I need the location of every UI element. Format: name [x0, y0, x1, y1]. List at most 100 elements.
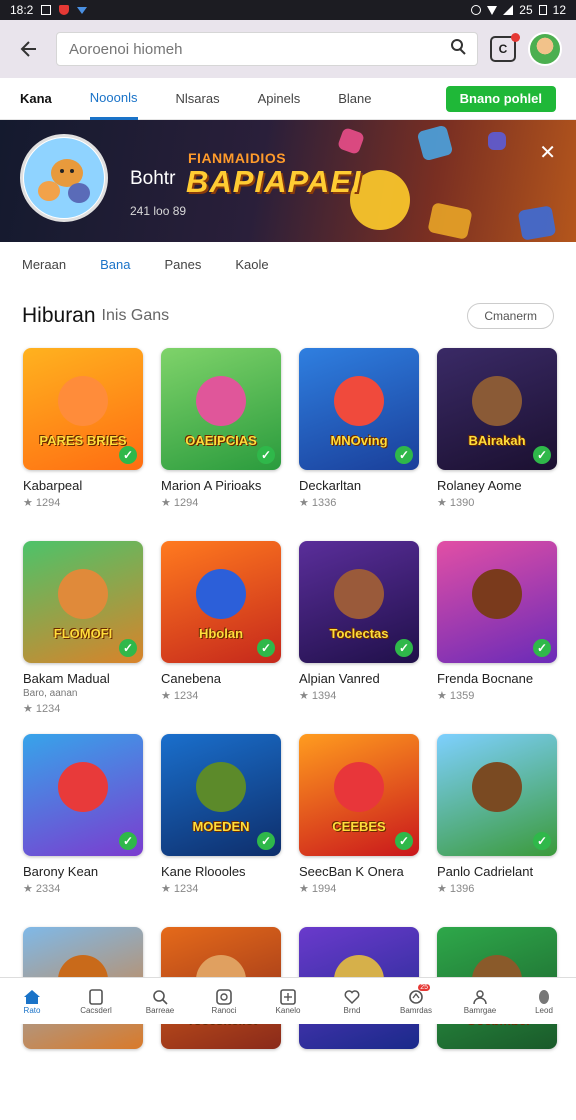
- bottom-nav-label: Rato: [23, 1005, 41, 1015]
- character-art: [196, 569, 246, 619]
- installed-check-icon: ✓: [257, 832, 275, 850]
- thumbnail-title: FLOMOFI: [53, 626, 113, 641]
- game-card[interactable]: PARES BRIES ✓ Kabarpeal ★ 1294: [23, 348, 143, 541]
- subtab-bana[interactable]: Bana: [100, 257, 130, 272]
- game-card[interactable]: FLOMOFI ✓ Bakam Madual Baro, aanan ★ 1234: [23, 541, 143, 734]
- tab-apinels[interactable]: Apinels: [258, 78, 301, 120]
- game-card[interactable]: BAirakah ✓ Rolaney Aome ★ 1390: [437, 348, 557, 541]
- nav-badge: 25: [418, 983, 430, 991]
- bottom-nav-item[interactable]: Ranoci: [194, 988, 254, 1015]
- game-card[interactable]: MOEDEN ✓ Kane Rloooles ★ 1234: [161, 734, 281, 927]
- game-thumbnail[interactable]: ✓: [437, 541, 557, 663]
- game-card[interactable]: ✓ Barony Kean ★ 2334: [23, 734, 143, 927]
- back-icon[interactable]: [14, 34, 44, 64]
- search-icon[interactable]: [449, 38, 467, 61]
- bottom-nav-item[interactable]: Rato: [2, 988, 62, 1015]
- game-card[interactable]: ✓ Frenda Bocnane ★ 1359: [437, 541, 557, 734]
- game-rating: ★ 1294: [23, 497, 61, 509]
- game-card[interactable]: Toclectas ✓ Alpian Vanred ★ 1394: [299, 541, 419, 734]
- installed-check-icon: ✓: [533, 446, 551, 464]
- bottom-nav-item[interactable]: Bamrgae: [450, 988, 510, 1015]
- installed-check-icon: ✓: [257, 639, 275, 657]
- more-button[interactable]: Cmanerm: [467, 303, 554, 329]
- plus-box-icon: [278, 988, 298, 1006]
- bottom-nav-label: Cacsderl: [80, 1005, 112, 1015]
- game-thumbnail[interactable]: FLOMOFI ✓: [23, 541, 143, 663]
- status-time-right: 12: [552, 3, 566, 17]
- game-card[interactable]: Hbolan ✓ Canebena ★ 1234: [161, 541, 281, 734]
- bottom-nav-item[interactable]: 25 Bamrdas: [386, 983, 446, 1015]
- tab-blane[interactable]: Blane: [338, 78, 371, 120]
- game-subtitle: Baro, aanan: [23, 688, 78, 699]
- avatar[interactable]: [528, 32, 562, 66]
- bottom-nav-label: Barreae: [145, 1005, 175, 1015]
- bottom-nav-item[interactable]: Cacsderl: [66, 988, 126, 1015]
- home-icon: [22, 988, 42, 1006]
- game-thumbnail[interactable]: MNOving ✓: [299, 348, 419, 470]
- decor-shape: [416, 124, 454, 162]
- signal-icon: [503, 5, 514, 15]
- installed-check-icon: ✓: [395, 832, 413, 850]
- character-art: [472, 762, 522, 812]
- game-thumbnail[interactable]: ✓: [23, 734, 143, 856]
- game-card[interactable]: OAEIPCIAS ✓ Marion A Pirioaks ★ 1294: [161, 348, 281, 541]
- featured-banner[interactable]: Bohtr FIANMAIDIOS BAPIAPAEI 241 loo 89 ✕: [0, 120, 576, 242]
- notification-icon[interactable]: C: [490, 33, 520, 62]
- tab-nlsaras[interactable]: Nlsaras: [176, 78, 220, 120]
- subtab-panes[interactable]: Panes: [164, 257, 201, 272]
- game-rating: ★ 1396: [437, 883, 475, 895]
- banner-title: BAPIAPAEI: [186, 164, 362, 199]
- installed-check-icon: ✓: [119, 446, 137, 464]
- subtab-meraan[interactable]: Meraan: [22, 257, 66, 272]
- search-bar[interactable]: [56, 32, 478, 66]
- character-art: [196, 376, 246, 426]
- chevron-down-icon: [77, 6, 88, 14]
- bottom-nav-item[interactable]: Brnd: [322, 988, 382, 1015]
- tab-nooonls[interactable]: Nooonls: [89, 78, 138, 120]
- game-name: Barony Kean: [23, 864, 99, 879]
- close-icon[interactable]: ✕: [539, 140, 556, 165]
- game-card[interactable]: CEEBES ✓ SeecBan K Onera ★ 1994: [299, 734, 419, 927]
- game-card[interactable]: ✓ Panlo Cadrielant ★ 1396: [437, 734, 557, 927]
- game-thumbnail[interactable]: MOEDEN ✓: [161, 734, 281, 856]
- top-bar: C: [0, 20, 576, 78]
- battery-text: 25: [519, 3, 533, 17]
- game-thumbnail[interactable]: OAEIPCIAS ✓: [161, 348, 281, 470]
- game-thumbnail[interactable]: Toclectas ✓: [299, 541, 419, 663]
- tab-home[interactable]: Kana: [20, 78, 52, 120]
- bottom-nav-label: Ranoci: [211, 1005, 237, 1015]
- people-icon: [470, 988, 490, 1006]
- nav-tabs: Kana Nooonls Nlsaras Apinels Blane Bnano…: [0, 78, 576, 120]
- game-name: Canebena: [161, 671, 221, 686]
- game-thumbnail[interactable]: CEEBES ✓: [299, 734, 419, 856]
- alarm-icon: [471, 5, 482, 15]
- game-rating: ★ 1234: [23, 703, 61, 715]
- game-rating: ★ 1390: [437, 497, 475, 509]
- game-name: Deckarltan: [299, 478, 362, 493]
- character-art: [334, 569, 384, 619]
- decor-shape: [427, 202, 473, 240]
- installed-check-icon: ✓: [119, 639, 137, 657]
- game-name: Kabarpeal: [23, 478, 83, 493]
- disc-icon: [214, 988, 234, 1006]
- game-rating: ★ 1994: [299, 883, 337, 895]
- bottom-nav-item[interactable]: Barreae: [130, 988, 190, 1015]
- sub-tabs: Meraan Bana Panes Kaole: [0, 242, 576, 286]
- game-thumbnail[interactable]: ✓: [437, 734, 557, 856]
- game-thumbnail[interactable]: BAirakah ✓: [437, 348, 557, 470]
- bottom-nav-item[interactable]: Leod: [514, 988, 574, 1015]
- game-thumbnail[interactable]: Hbolan ✓: [161, 541, 281, 663]
- cta-button[interactable]: Bnano pohlel: [445, 85, 556, 112]
- bottom-nav-label: Leod: [535, 1005, 553, 1015]
- game-logo: [20, 134, 108, 222]
- game-thumbnail[interactable]: PARES BRIES ✓: [23, 348, 143, 470]
- bottom-nav-label: Kanelo: [275, 1005, 301, 1015]
- bottom-nav-item[interactable]: Kanelo: [258, 988, 318, 1015]
- heart-icon: [342, 988, 362, 1006]
- character-art: [334, 762, 384, 812]
- search-input[interactable]: [67, 39, 449, 59]
- character-art: [472, 569, 522, 619]
- game-card[interactable]: MNOving ✓ Deckarltan ★ 1336: [299, 348, 419, 541]
- subtab-kaole[interactable]: Kaole: [235, 257, 268, 272]
- game-name: Rolaney Aome: [437, 478, 522, 493]
